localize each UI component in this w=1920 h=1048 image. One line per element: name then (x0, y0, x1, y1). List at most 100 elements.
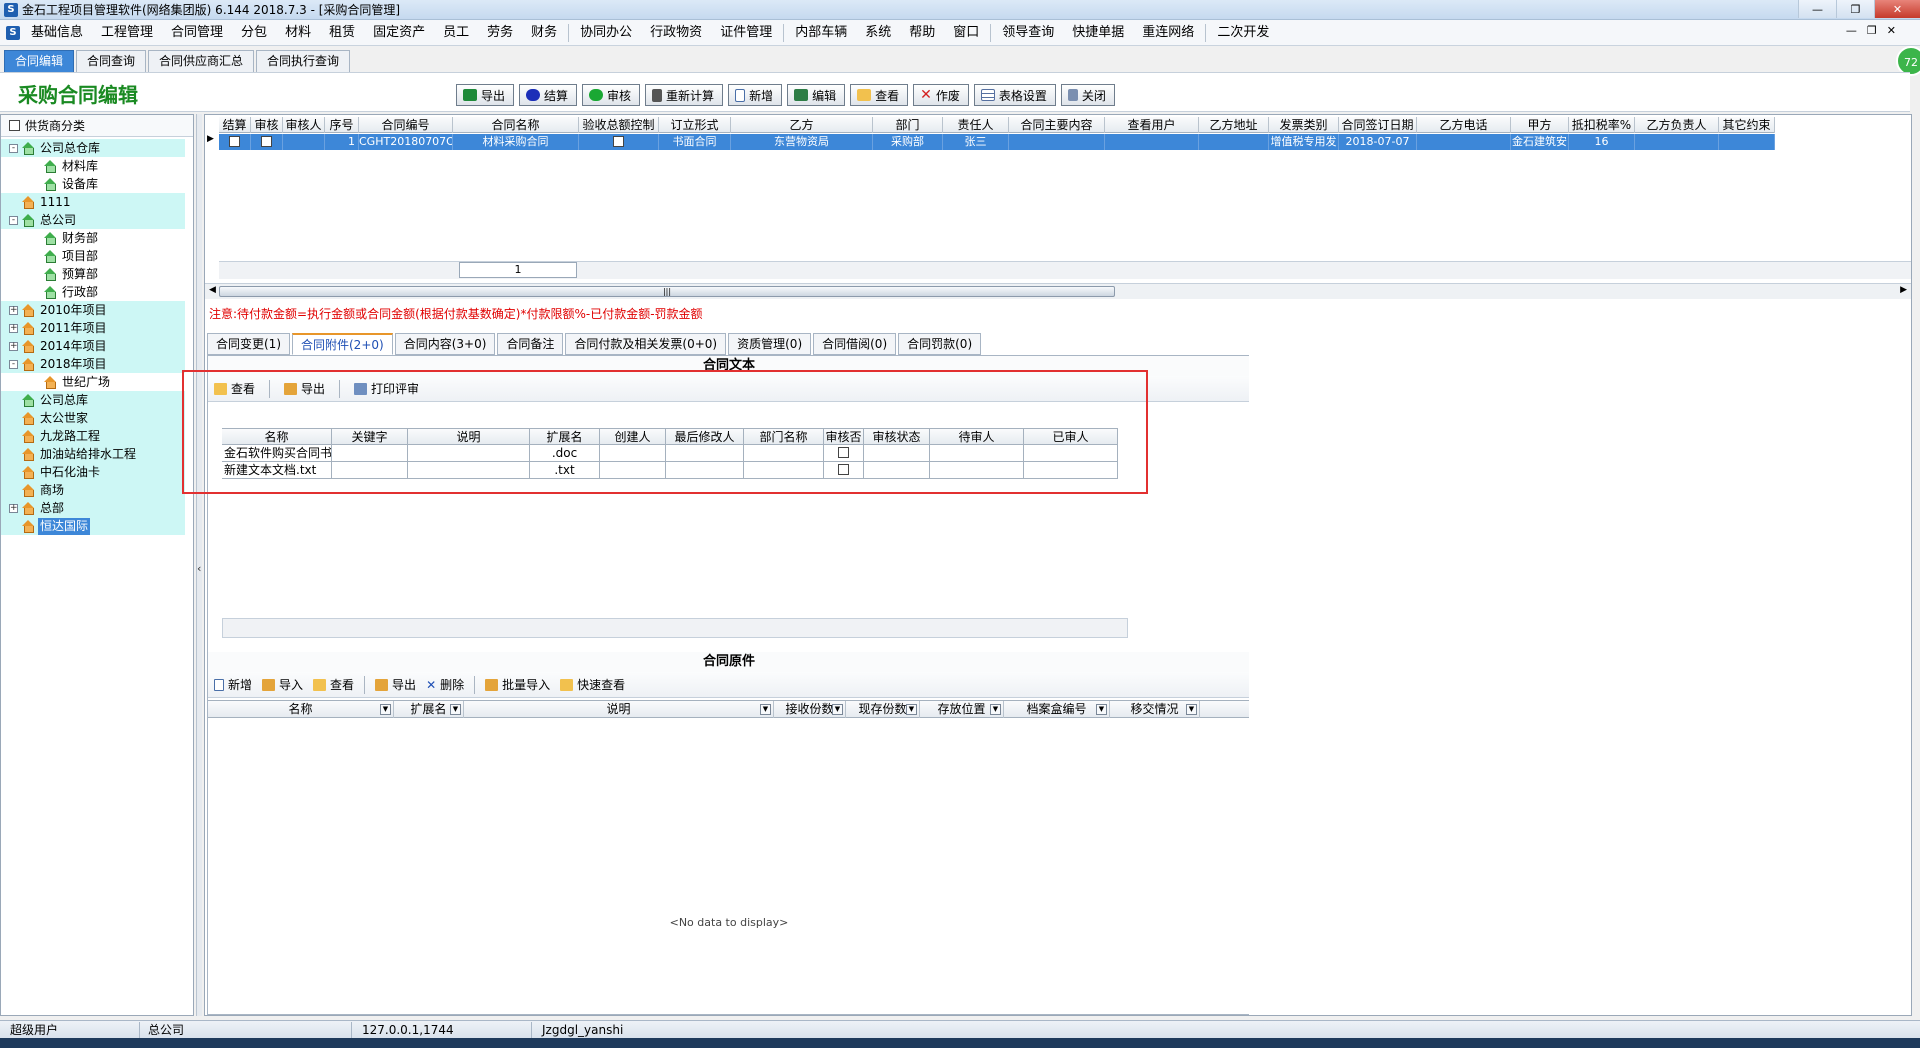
menu-labor[interactable]: 劳务 (478, 20, 522, 46)
menu-staff[interactable]: 员工 (434, 20, 478, 46)
filter-dropdown-icon[interactable]: ▼ (906, 704, 917, 715)
supplier-category-checkbox[interactable] (9, 120, 20, 131)
detail-tab[interactable]: 合同付款及相关发票(0+0) (565, 333, 727, 355)
column-header[interactable]: 名称 ▼ (208, 701, 394, 718)
column-header[interactable]: 档案盒编号 ▼ (1004, 701, 1110, 718)
table-cell[interactable] (1199, 134, 1269, 150)
expand-icon[interactable]: + (9, 323, 18, 333)
tree-item[interactable]: +2011年项目 (1, 319, 185, 337)
collapse-icon[interactable]: - (9, 359, 18, 369)
tree-item[interactable]: +2014年项目 (1, 337, 185, 355)
column-header[interactable]: 责任人 (943, 117, 1009, 133)
detail-tab[interactable]: 合同变更(1) (207, 333, 290, 355)
column-header[interactable]: 查看用户 (1105, 117, 1199, 133)
horizontal-scrollbar[interactable]: ◀ ||| ▶ (205, 283, 1911, 299)
column-header[interactable]: 扩展名 ▼ (394, 701, 464, 718)
tree-item[interactable]: 项目部 (1, 247, 193, 265)
table-settings-button[interactable]: 表格设置 (973, 84, 1056, 106)
table-cell[interactable]: 增值税专用发 (1269, 134, 1339, 150)
table-cell[interactable] (1635, 134, 1719, 150)
column-header[interactable]: 乙方地址 (1199, 117, 1269, 133)
table-cell[interactable]: 金石建筑安 (1511, 134, 1569, 150)
column-header[interactable]: 乙方电话 (1417, 117, 1511, 133)
mdi-close-icon[interactable]: ✕ (1887, 24, 1896, 37)
settle-button[interactable]: 结算 (519, 84, 578, 106)
menu-project[interactable]: 工程管理 (92, 20, 162, 46)
original-view-button[interactable]: 查看 (313, 676, 354, 693)
original-export-button[interactable]: 导出 (375, 676, 416, 693)
recalc-button[interactable]: 重新计算 (645, 84, 724, 106)
table-cell[interactable] (219, 134, 251, 150)
batch-import-button[interactable]: 批量导入 (485, 676, 550, 693)
audit-button[interactable]: 审核 (582, 84, 641, 106)
row-checkbox[interactable] (613, 136, 624, 147)
row-checkbox[interactable] (229, 136, 240, 147)
filter-dropdown-icon[interactable]: ▼ (1096, 704, 1107, 715)
table-cell[interactable]: CGHT20180707O1 (359, 134, 453, 150)
tree-item[interactable]: - 2018年项目 (1, 355, 185, 373)
filter-dropdown-icon[interactable]: ▼ (760, 704, 771, 715)
table-cell[interactable] (1719, 134, 1775, 150)
tree-item[interactable]: 九龙路工程 (1, 427, 185, 445)
menu-certificates[interactable]: 证件管理 (711, 20, 781, 46)
expand-icon[interactable]: + (9, 305, 18, 315)
row-checkbox[interactable] (261, 136, 272, 147)
tree-item[interactable]: 行政部 (1, 283, 193, 301)
tree-item[interactable]: 中石化油卡 (1, 463, 185, 481)
column-header[interactable]: 部门 (873, 117, 943, 133)
column-header[interactable]: 合同主要内容 (1009, 117, 1105, 133)
tab-contract-edit[interactable]: 合同编辑 (4, 50, 75, 72)
menu-dev[interactable]: 二次开发 (1208, 20, 1278, 46)
menu-vehicles[interactable]: 内部车辆 (786, 20, 856, 46)
tree-item[interactable]: - 公司总仓库 (1, 139, 185, 157)
collapse-icon[interactable]: - (9, 143, 18, 153)
detail-tab[interactable]: 资质管理(0) (728, 333, 812, 355)
tree-item[interactable]: 1111 (1, 193, 185, 211)
detail-tab[interactable]: 合同备注 (497, 333, 564, 355)
filter-dropdown-icon[interactable]: ▼ (450, 704, 461, 715)
tab-contract-query[interactable]: 合同查询 (76, 50, 147, 72)
detail-tab[interactable]: 合同内容(3+0) (394, 333, 496, 355)
column-header[interactable]: 审核 (251, 117, 283, 133)
menu-office[interactable]: 协同办公 (571, 20, 641, 46)
tab-execution-query[interactable]: 合同执行查询 (256, 50, 351, 72)
table-cell[interactable]: 东营物资局 (731, 134, 873, 150)
menu-finance[interactable]: 财务 (522, 20, 566, 46)
maximize-button[interactable]: ❐ (1836, 0, 1874, 18)
view-button[interactable]: 查看 (850, 84, 909, 106)
tree-item[interactable]: 加油站给排水工程 (1, 445, 185, 463)
scroll-left-icon[interactable]: ◀ (209, 285, 216, 295)
menu-window[interactable]: 窗口 (944, 20, 988, 46)
column-header[interactable]: 接收份数 ▼ (774, 701, 846, 718)
column-header[interactable]: 乙方负责人 (1635, 117, 1719, 133)
scroll-right-icon[interactable]: ▶ (1900, 285, 1907, 295)
menu-fixed-assets[interactable]: 固定资产 (364, 20, 434, 46)
detail-tab[interactable]: 合同借阅(0) (813, 333, 897, 355)
menu-leader-query[interactable]: 领导查询 (993, 20, 1063, 46)
scroll-thumb[interactable]: ||| (219, 286, 1115, 297)
tree-item[interactable]: 设备库 (1, 175, 193, 193)
table-cell[interactable] (579, 134, 659, 150)
detail-tab[interactable]: 合同附件(2+0) (292, 333, 393, 355)
original-delete-button[interactable]: ✕ 删除 (426, 676, 464, 693)
collapse-icon[interactable]: - (9, 215, 18, 225)
tree-item[interactable]: 恒达国际 (1, 517, 185, 535)
table-cell[interactable]: 书面合同 (659, 134, 731, 150)
filter-dropdown-icon[interactable]: ▼ (380, 704, 391, 715)
mdi-restore-icon[interactable]: ❐ (1867, 24, 1877, 37)
column-header[interactable]: 存放位置 ▼ (920, 701, 1004, 718)
tab-supplier-summary[interactable]: 合同供应商汇总 (148, 50, 255, 72)
menu-help[interactable]: 帮助 (900, 20, 944, 46)
close-window-button[interactable]: ✕ (1874, 0, 1920, 18)
menu-subcontract[interactable]: 分包 (232, 20, 276, 46)
column-header[interactable]: 现存份数 ▼ (846, 701, 920, 718)
menu-admin-goods[interactable]: 行政物资 (641, 20, 711, 46)
void-button[interactable]: ✕ 作废 (913, 84, 969, 106)
column-header[interactable]: 结算 (219, 117, 251, 133)
table-cell[interactable] (283, 134, 325, 150)
column-header[interactable]: 审核人 (283, 117, 325, 133)
column-header[interactable]: 说明 ▼ (464, 701, 774, 718)
new-button[interactable]: 新增 (728, 84, 783, 106)
table-cell[interactable] (1105, 134, 1199, 150)
tree-item[interactable]: 商场 (1, 481, 185, 499)
